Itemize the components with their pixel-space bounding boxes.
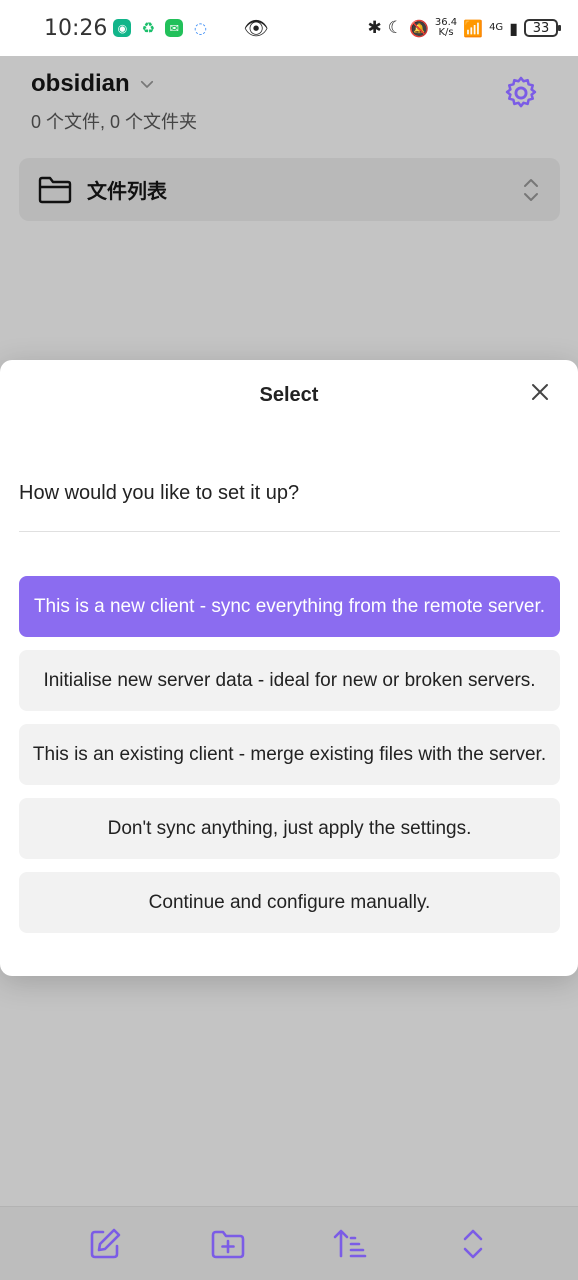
status-bar: 10:26 ◉ ♻ ✉ ◌ 👁 ✱ ☾ 🔕 36.4 K/s 📶 4G ▮ 33 (0, 0, 578, 56)
settings-gear-icon[interactable] (502, 74, 540, 112)
option-initialise-server[interactable]: Initialise new server data - ideal for n… (19, 650, 560, 711)
status-time: 10:26 (44, 15, 108, 41)
wechat-notification-icon: ✉ (165, 19, 184, 37)
battery-indicator: 33 (524, 19, 561, 37)
file-list-label: 文件列表 (87, 181, 167, 203)
option-label: This is an existing client - merge exist… (32, 743, 547, 765)
option-label: Don't sync anything, just apply the sett… (107, 817, 472, 839)
network-speed: 36.4 K/s (434, 17, 458, 38)
vault-switcher[interactable]: obsidian (31, 70, 156, 98)
modal-title: Select (259, 384, 319, 406)
file-list-selector[interactable]: 文件列表 (19, 158, 560, 221)
vault-stats: 0 个文件, 0 个文件夹 (31, 112, 198, 132)
chevron-up-down-icon (524, 178, 538, 201)
folder-icon (38, 176, 72, 203)
option-configure-manually[interactable]: Continue and configure manually. (19, 872, 560, 933)
network-type: 4G (489, 22, 504, 33)
chat-notification-icon: ◌ (191, 19, 210, 37)
option-dont-sync[interactable]: Don't sync anything, just apply the sett… (19, 798, 560, 859)
close-button[interactable] (528, 380, 552, 404)
chevron-down-icon (140, 80, 153, 88)
bottom-toolbar (0, 1206, 578, 1280)
wifi-icon: 📶 (463, 18, 484, 38)
sort-icon[interactable] (332, 1226, 368, 1262)
new-note-icon[interactable] (87, 1226, 123, 1262)
close-icon (532, 384, 548, 400)
signal-icon: ▮ (509, 18, 518, 38)
vault-name: obsidian (31, 70, 130, 97)
mute-icon: 🔕 (408, 18, 429, 38)
new-folder-icon[interactable] (210, 1226, 246, 1262)
recycle-notification-icon: ♻ (139, 19, 158, 37)
bluetooth-icon: ✱ (367, 18, 382, 38)
option-existing-client[interactable]: This is an existing client - merge exist… (19, 724, 560, 785)
moon-icon: ☾ (387, 18, 403, 38)
status-right: ✱ ☾ 🔕 36.4 K/s 📶 4G ▮ 33 (367, 17, 561, 38)
option-new-client[interactable]: This is a new client - sync everything f… (19, 576, 560, 637)
setup-question: How would you like to set it up? (19, 482, 300, 504)
select-modal: Select How would you like to set it up? … (0, 360, 578, 976)
divider (19, 531, 560, 532)
option-label: This is a new client - sync everything f… (33, 595, 546, 617)
option-label: Continue and configure manually. (148, 891, 431, 913)
expand-collapse-icon[interactable] (455, 1226, 491, 1262)
notification-icons: ◉ ♻ ✉ ◌ (113, 19, 210, 37)
app-notification-icon: ◉ (113, 19, 132, 37)
option-label: Initialise new server data - ideal for n… (43, 669, 536, 691)
eye-icon: 👁 (243, 16, 269, 40)
